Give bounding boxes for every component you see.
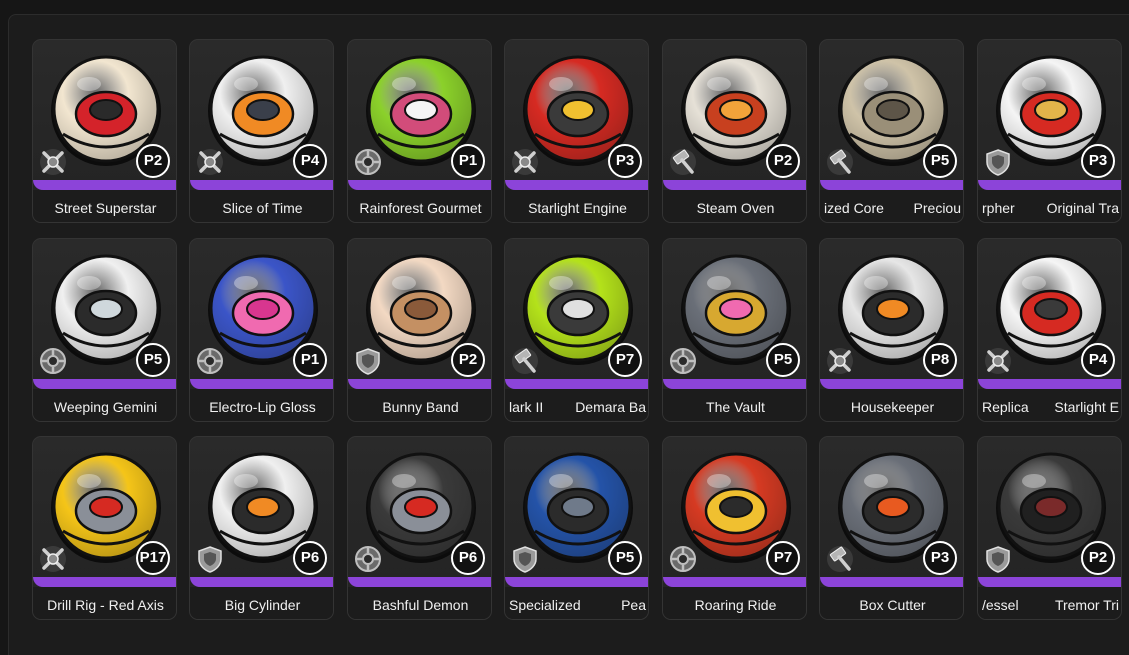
rarity-stripe [663, 379, 806, 389]
skin-card[interactable]: P7 Roaring Ride [662, 436, 807, 620]
skin-name: Electro-Lip Gloss [209, 399, 316, 415]
rarity-stripe [505, 379, 648, 389]
level-badge: P3 [1081, 144, 1115, 178]
skin-name: Street Superstar [54, 200, 157, 216]
level-badge: P2 [136, 144, 170, 178]
skin-name: Housekeeper [850, 399, 935, 415]
skin-name: Roaring Ride [694, 597, 777, 613]
skin-name: The Vault [706, 399, 765, 415]
skin-name: Box Cutter [859, 597, 926, 613]
skin-name: Bashful Demon [372, 597, 469, 613]
skin-name-part-right: Preciou [913, 200, 961, 216]
skin-name-part-right: Demara Ba [575, 399, 646, 415]
skin-card[interactable]: P2 Steam Oven [662, 39, 807, 223]
level-badge: P7 [766, 541, 800, 575]
rarity-stripe [505, 577, 648, 587]
level-badge: P1 [293, 343, 327, 377]
level-badge: P7 [608, 343, 642, 377]
level-badge: P6 [451, 541, 485, 575]
skin-card[interactable]: P6 Bashful Demon [347, 436, 492, 620]
skin-card[interactable]: P2 Street Superstar [32, 39, 177, 223]
rarity-stripe [820, 577, 963, 587]
rarity-stripe [978, 180, 1121, 190]
skin-name: Rainforest Gourmet [359, 200, 482, 216]
level-badge: P4 [1081, 343, 1115, 377]
rarity-stripe [190, 379, 333, 389]
skin-name: Drill Rig - Red Axis [47, 597, 164, 613]
skin-name: Big Cylinder [224, 597, 301, 613]
rarity-stripe [978, 577, 1121, 587]
skin-card[interactable]: P2 /essel Tremor Tri [977, 436, 1122, 620]
rarity-stripe [190, 180, 333, 190]
skin-card[interactable]: P3 rpher Original Tra [977, 39, 1122, 223]
level-badge: P5 [608, 541, 642, 575]
skin-card[interactable]: P4 Replica Starlight E [977, 238, 1122, 422]
skin-card[interactable]: P5 The Vault [662, 238, 807, 422]
skin-card[interactable]: P1 Electro-Lip Gloss [189, 238, 334, 422]
skin-card[interactable]: P3 Starlight Engine [504, 39, 649, 223]
skin-name-part-right: Original Tra [1046, 200, 1119, 216]
skin-card[interactable]: P4 Slice of Time [189, 39, 334, 223]
skin-card[interactable]: P5 Specialized Pea [504, 436, 649, 620]
level-badge: P5 [923, 144, 957, 178]
skin-name: Starlight Engine [528, 200, 627, 216]
skin-name-scrolling: rpher Original Tra [978, 198, 1121, 218]
rarity-stripe [33, 379, 176, 389]
skin-name: Steam Oven [696, 200, 775, 216]
skin-name-part-right: Tremor Tri [1054, 597, 1119, 613]
rarity-stripe [820, 379, 963, 389]
rarity-stripe [663, 577, 806, 587]
rarity-stripe [348, 379, 491, 389]
skin-card[interactable]: P1 Rainforest Gourmet [347, 39, 492, 223]
level-badge: P4 [293, 144, 327, 178]
skin-name-part-right: Pea [621, 597, 646, 613]
skin-name-part-left: ized Core [824, 200, 884, 216]
skin-name-part-left: lark II [509, 399, 544, 415]
rarity-stripe [978, 379, 1121, 389]
skin-name: Weeping Gemini [53, 399, 158, 415]
skin-name-part-right: Starlight E [1054, 399, 1119, 415]
skin-name: Bunny Band [382, 399, 459, 415]
skin-name-part-left: rpher [982, 200, 1015, 216]
skin-card[interactable]: P8 Housekeeper [819, 238, 964, 422]
skin-card[interactable]: P3 Box Cutter [819, 436, 964, 620]
skin-name-scrolling: Replica Starlight E [978, 397, 1121, 417]
rarity-stripe [33, 180, 176, 190]
rarity-stripe [663, 180, 806, 190]
skin-name-part-left: Specialized [509, 597, 581, 613]
level-badge: P2 [1081, 541, 1115, 575]
skin-card[interactable]: P17 Drill Rig - Red Axis [32, 436, 177, 620]
level-badge: P2 [766, 144, 800, 178]
skin-card[interactable]: P6 Big Cylinder [189, 436, 334, 620]
level-badge: P3 [923, 541, 957, 575]
rarity-stripe [505, 180, 648, 190]
rarity-stripe [190, 577, 333, 587]
level-badge: P17 [136, 541, 170, 575]
skin-name-scrolling: /essel Tremor Tri [978, 595, 1121, 615]
level-badge: P1 [451, 144, 485, 178]
level-badge: P5 [136, 343, 170, 377]
rarity-stripe [820, 180, 963, 190]
skin-card[interactable]: P2 Bunny Band [347, 238, 492, 422]
skin-name-scrolling: lark II Demara Ba [505, 397, 648, 417]
level-badge: P8 [923, 343, 957, 377]
skin-name-scrolling: ized Core Preciou [820, 198, 963, 218]
level-badge: P6 [293, 541, 327, 575]
skin-name-part-left: /essel [982, 597, 1019, 613]
skin-card[interactable]: P5 Weeping Gemini [32, 238, 177, 422]
skin-card[interactable]: P7 lark II Demara Ba [504, 238, 649, 422]
skin-name-scrolling: Specialized Pea [505, 595, 648, 615]
level-badge: P2 [451, 343, 485, 377]
rarity-stripe [348, 577, 491, 587]
rarity-stripe [33, 577, 176, 587]
level-badge: P5 [766, 343, 800, 377]
level-badge: P3 [608, 144, 642, 178]
skin-card[interactable]: P5 ized Core Preciou [819, 39, 964, 223]
skin-name-part-left: Replica [982, 399, 1029, 415]
rarity-stripe [348, 180, 491, 190]
skin-name: Slice of Time [222, 200, 303, 216]
